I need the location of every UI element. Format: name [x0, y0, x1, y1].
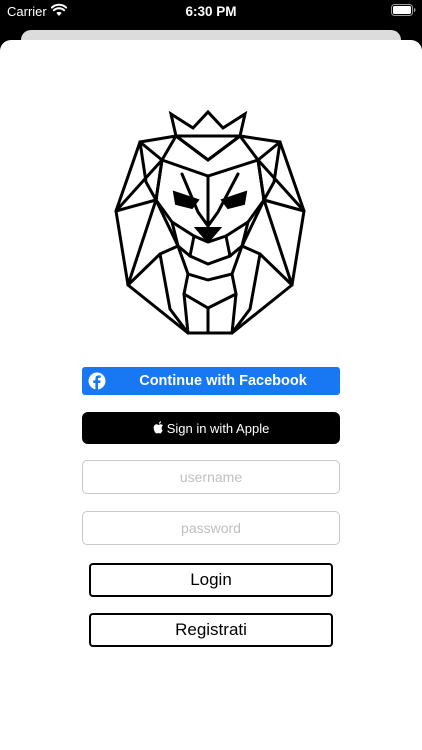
sign-in-with-apple-button[interactable]: Sign in with Apple: [82, 412, 340, 444]
username-input[interactable]: [82, 460, 340, 494]
apple-icon: [153, 421, 163, 434]
facebook-icon: [88, 372, 106, 390]
login-button[interactable]: Login: [89, 563, 333, 597]
continue-with-facebook-button[interactable]: Continue with Facebook: [82, 367, 340, 395]
status-bar: Carrier 6:30 PM: [0, 0, 422, 24]
password-input[interactable]: [82, 511, 340, 545]
apple-button-label: Sign in with Apple: [166, 420, 270, 436]
status-time: 6:30 PM: [185, 4, 237, 19]
register-button[interactable]: Registrati: [89, 613, 333, 647]
battery-full-icon: [391, 4, 416, 16]
crowned-lion-head-logo: [114, 109, 306, 335]
facebook-button-label: Continue with Facebook: [139, 373, 307, 389]
